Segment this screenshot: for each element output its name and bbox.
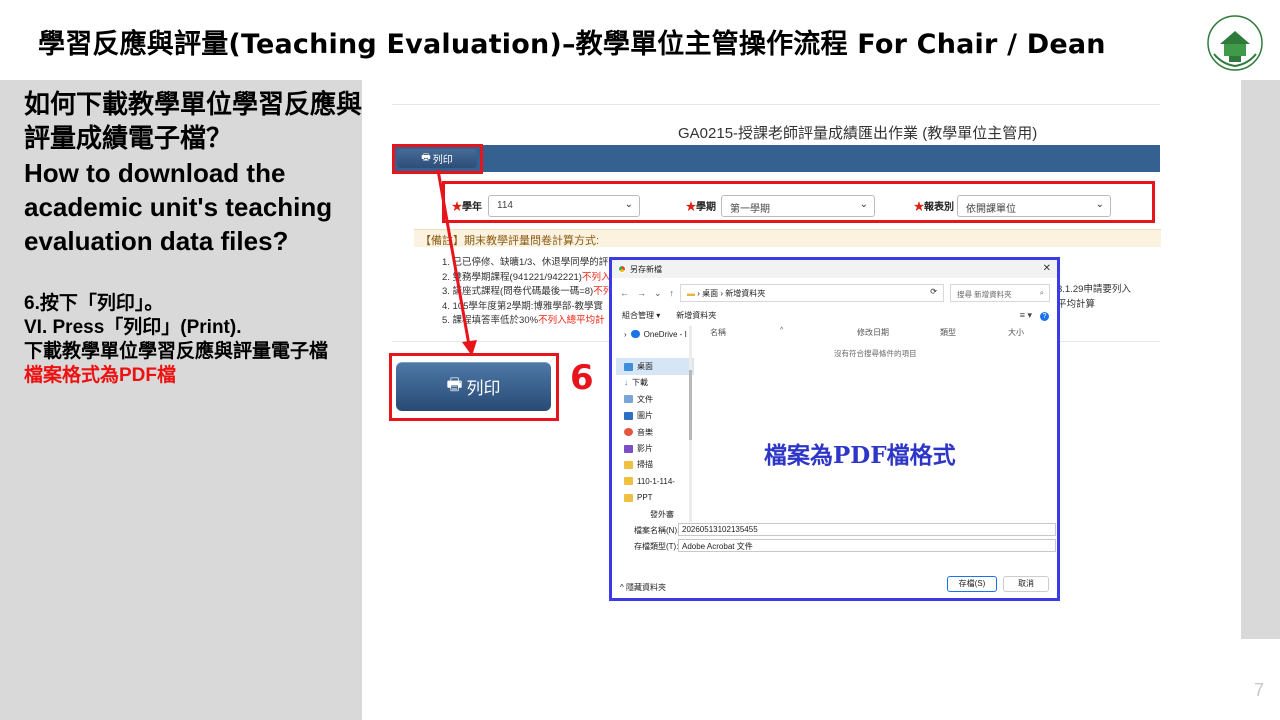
download-icon: ↓ (624, 378, 628, 388)
folder-icon: ▬ (687, 289, 695, 298)
note-item: 1. 已已停修、缺曠1/3、休退學同學的評 (442, 257, 609, 268)
step-note: 檔案格式為PDF檔 (24, 365, 177, 386)
filetype-row: 存檔類型(T): Adobe Acrobat 文件 (620, 539, 1056, 553)
nav-pane: › OneDrive - I 桌面 ↓ 下載 文件 圖片 音樂 影片 掃描 110-… (616, 326, 694, 522)
forward-arrow-icon[interactable]: → (637, 288, 646, 298)
document-icon (624, 395, 633, 404)
nav-item-folder-110[interactable]: 110-1-114- (616, 473, 694, 489)
page-number: 7 (1254, 680, 1265, 700)
step-number: 6 (570, 358, 594, 398)
filename-label: 檔案名稱(N): (634, 526, 680, 535)
question-en: How to download the academic unit's teac… (24, 158, 333, 256)
sort-icon: ^ (780, 327, 784, 334)
screenshot-page-title: GA0215-授課老師評量成績匯出作業 (教學單位主管用) (678, 125, 1038, 142)
slide-title: 學習反應與評量(Teaching Evaluation)–教學單位主管操作流程 … (38, 29, 1106, 60)
filetype-label: 存檔類型(T): (634, 542, 679, 551)
desktop-icon (624, 362, 633, 371)
picture-icon (624, 411, 633, 420)
nav-item-onedrive[interactable]: › OneDrive - I (616, 326, 694, 342)
address-path: 桌面 › 新增資料夾 (702, 289, 766, 298)
note-item: 4. 105學年度第2學期:博雅學部-教學實 (442, 300, 603, 312)
nav-item-scan[interactable]: 掃描 (616, 457, 694, 473)
music-icon (624, 428, 633, 437)
save-as-dialog: 另存新檔 ✕ ← → ⌄ ↑ ▬ › 桌面 › 新增資料夾 ⟳ 搜尋 新增資料夾… (609, 257, 1060, 601)
folder-icon (624, 493, 633, 502)
address-bar[interactable]: ▬ › 桌面 › 新增資料夾 ⟳ (680, 284, 944, 302)
note-right-line: 3.1.29申請要列入 (1057, 284, 1131, 295)
new-folder-button[interactable]: 新增資料夾 (676, 310, 716, 324)
step-zh: 6.按下「列印」。 (24, 293, 164, 314)
note-item: 2. 雙務學期課程(941221/942221)不列入 (442, 271, 611, 283)
chevron-up-icon: ^ (620, 583, 624, 592)
column-headers: 名稱 ^ 修改日期 類型 大小 (710, 327, 1050, 339)
dialog-toolbar: 組合管理 ▾ 新增資料夾 (622, 310, 1052, 324)
note-item: 5. 課程填答率低於30%不列入總平均計 (442, 315, 605, 326)
refresh-icon[interactable]: ⟳ (930, 287, 937, 296)
view-menu-icon[interactable]: ≡ ▾ (1020, 310, 1032, 320)
save-button[interactable]: 存檔(S) (947, 576, 997, 592)
highlight-print-small (392, 144, 483, 174)
help-icon[interactable]: ? (1040, 312, 1049, 321)
note-header: 【備註】期末教學評量問卷計算方式: (414, 229, 1161, 247)
col-type[interactable]: 類型 (940, 327, 956, 338)
organize-menu[interactable]: 組合管理 ▾ (622, 310, 660, 324)
col-date[interactable]: 修改日期 (857, 327, 889, 338)
up-arrow-icon[interactable]: ↑ (670, 288, 675, 298)
note-item: 3. 講座式課程(問卷代碼最後一碼=8)不列 (442, 286, 613, 297)
chrome-icon (618, 265, 626, 273)
hide-folders-toggle[interactable]: ^ 隱藏資料夾 (620, 582, 666, 593)
step-desc: 下載教學單位學習反應與評量電子檔 (24, 341, 329, 362)
nav-item-videos[interactable]: 影片 (616, 440, 694, 456)
video-icon (624, 444, 633, 453)
close-icon[interactable]: ✕ (1043, 263, 1051, 274)
highlight-print-zoomed (389, 353, 559, 421)
nav-item-desktop[interactable]: 桌面 (616, 358, 694, 375)
empty-message: 沒有符合搜尋條件的項目 (834, 349, 917, 358)
nav-item-pictures[interactable]: 圖片 (616, 408, 694, 424)
pdf-format-note: 檔案為PDF檔格式 (764, 442, 956, 469)
step-instructions: 6.按下「列印」。 VI. Press「列印」(Print). 下載教學單位學習… (24, 292, 354, 388)
dialog-title: 另存新檔 (630, 264, 662, 274)
chevron-down-icon[interactable]: ⌄ (654, 288, 662, 299)
cancel-button[interactable]: 取消 (1003, 576, 1049, 592)
notes-list: 1. 已已停修、缺曠1/3、休退學同學的評 2. 雙務學期課程(941221/9… (442, 256, 612, 329)
question-zh: 如何下載教學單位學習反應與評量成績電子檔？ (24, 90, 363, 154)
divider (392, 104, 1160, 105)
cloud-icon (630, 330, 640, 339)
university-logo (1206, 14, 1264, 72)
highlight-filters (442, 181, 1155, 223)
right-strip (1241, 80, 1280, 639)
notes-right: 3.1.29申請要列入 平均計算 (1057, 283, 1131, 312)
nav-item-review[interactable]: 發外審 (616, 506, 694, 522)
back-arrow-icon[interactable]: ← (620, 288, 629, 298)
col-size[interactable]: 大小 (1008, 327, 1024, 338)
view-options[interactable]: ≡ ▾? (1020, 310, 1049, 321)
filename-row: 檔案名稱(N): 20260513102135455 (620, 523, 1056, 537)
note-right-line: 平均計算 (1057, 298, 1096, 310)
search-icon: ⌕ (1039, 288, 1044, 297)
screenshot-navbar (392, 145, 1160, 172)
col-name[interactable]: 名稱 (710, 327, 726, 338)
nav-scrollbar[interactable] (689, 326, 692, 522)
filetype-select[interactable]: Adobe Acrobat 文件 (678, 539, 1056, 552)
folder-icon (624, 477, 633, 486)
nav-item-documents[interactable]: 文件 (616, 391, 694, 407)
chevron-right-icon: › (624, 329, 627, 339)
search-input[interactable]: 搜尋 新增資料夾 ⌕ (950, 284, 1050, 302)
step-en: VI. Press「列印」(Print). (24, 317, 242, 338)
nav-item-ppt[interactable]: PPT (616, 490, 694, 506)
search-placeholder: 搜尋 新增資料夾 (957, 290, 1012, 299)
folder-icon (624, 460, 633, 469)
dialog-titlebar: 另存新檔 ✕ (612, 260, 1057, 278)
filename-input[interactable]: 20260513102135455 (678, 523, 1056, 536)
nav-item-music[interactable]: 音樂 (616, 424, 694, 440)
nav-item-downloads[interactable]: ↓ 下載 (616, 375, 694, 391)
